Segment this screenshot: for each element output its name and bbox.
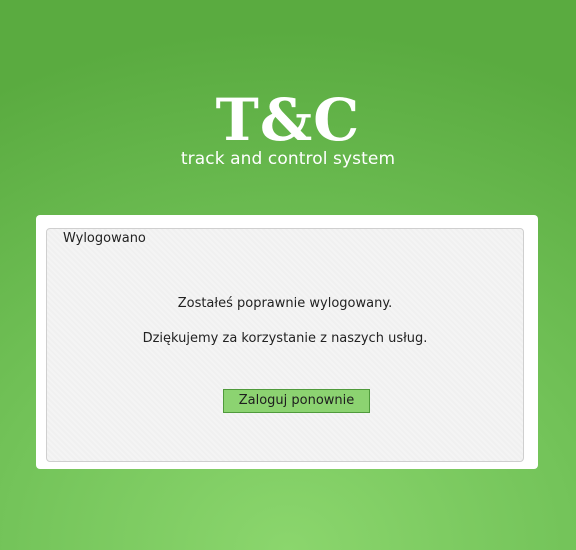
- logo-tagline: track and control system: [180, 149, 396, 169]
- fieldset-legend: Wylogowano: [63, 231, 146, 246]
- relogin-button[interactable]: Zaloguj ponownie: [223, 389, 370, 413]
- logout-success-message: Zostałeś poprawnie wylogowany.: [177, 296, 393, 311]
- logout-panel: Wylogowano Zostałeś poprawnie wylogowany…: [36, 215, 538, 469]
- logout-fieldset: Wylogowano Zostałeś poprawnie wylogowany…: [46, 228, 524, 462]
- thank-you-message: Dziękujemy za korzystanie z naszych usłu…: [142, 331, 428, 346]
- logo-mark: T&C: [215, 86, 361, 154]
- brand-logo: T&C track and control system: [0, 88, 576, 168]
